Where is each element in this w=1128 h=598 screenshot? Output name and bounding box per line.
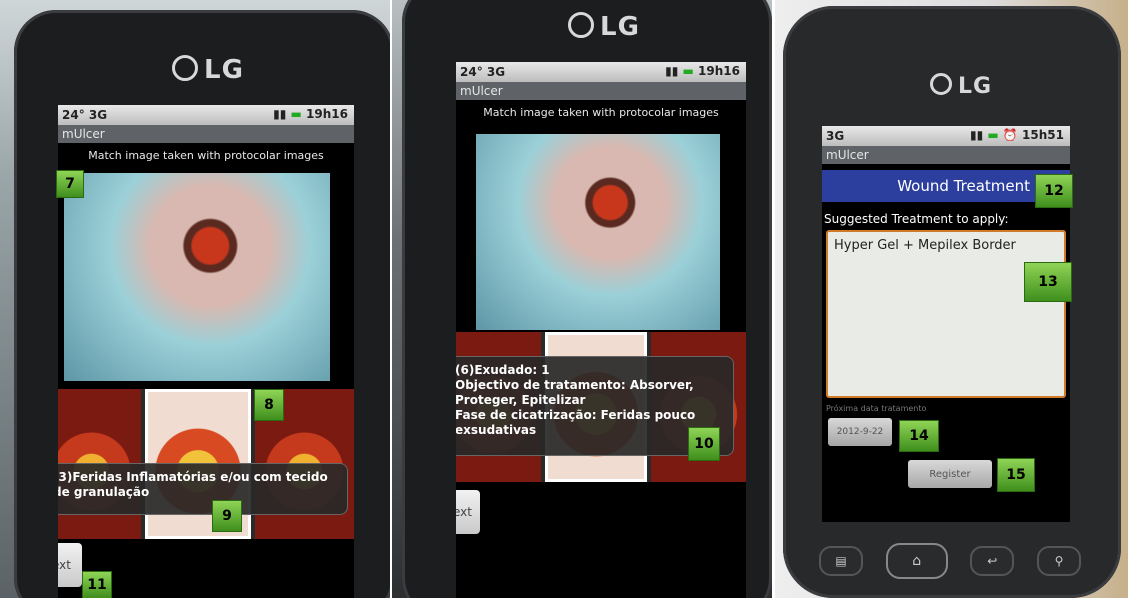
app-title: mUlcer [456,82,746,100]
screenshot-panel-3: LG 3G ▮▮ ▬ ⏰ 15h51 mUlcer Wound Treatmen… [775,0,1128,598]
header-title: Wound Treatment [897,177,1030,195]
treatment-textarea[interactable]: Hyper Gel + Mepilex Border [826,230,1066,398]
captured-wound-image [476,134,720,330]
signal-icon: ▮▮ [273,107,287,121]
annotation-badge-15: 15 [997,458,1035,492]
status-notifications: 24° 3G [62,108,108,122]
alarm-icon: ⏰ [1002,128,1018,142]
annotation-badge-11: 11 [82,571,112,598]
lg-logo: LG [568,11,640,42]
app-title: mUlcer [58,125,354,143]
lg-logo: LG [172,54,244,85]
toast-text: (3)Feridas Inflamatórias e/ou com tecido… [58,470,328,499]
classification-toast: (3)Feridas Inflamatórias e/ou com tecido… [58,463,348,515]
annotation-badge-9: 9 [212,500,242,532]
register-button[interactable]: Register [908,460,992,488]
toast-line: Proteger, Epitelizar [456,393,586,407]
annotation-badge-12: 12 [1035,174,1073,208]
home-key-icon[interactable]: ⌂ [885,543,948,579]
annotation-badge-8: 8 [254,389,284,421]
annotation-badge-7: 7 [56,170,84,198]
status-time: 15h51 [1022,128,1064,142]
status-notifications: 24° 3G [460,65,506,79]
screenshot-panel-1: LG 24° 3G ▮▮ ▬ 19h16 mUlcer Match image … [0,0,390,598]
status-bar: 24° 3G ▮▮ ▬ 19h16 [58,105,354,125]
status-right: ▮▮ ▬ 19h16 [273,107,348,121]
toast-line: exsudativas [456,423,537,437]
caption: Match image taken with protocolar images [88,149,324,162]
signal-icon: ▮▮ [969,128,984,142]
next-button[interactable]: Next [456,490,480,534]
battery-icon: ▬ [682,64,694,78]
battery-icon: ▬ [290,107,302,121]
signal-icon: ▮▮ [665,64,679,78]
status-notifications: 3G [826,129,845,143]
next-date-label: Próxima data tratamento [826,404,927,413]
toast-line: Fase de cicatrização: Feridas pouco [456,408,696,422]
status-bar: 3G ▮▮ ▬ ⏰ 15h51 [822,126,1070,146]
status-right: ▮▮ ▬ 19h16 [665,64,740,78]
hardware-nav-bar: ▤ ⌂ ↩ ⚲ [819,543,1081,579]
phone-screen: 24° 3G ▮▮ ▬ 19h16 mUlcer Match image tak… [456,62,746,598]
app-title: mUlcer [822,146,1070,164]
annotation-badge-10: 10 [688,427,720,461]
battery-icon: ▬ [987,128,999,142]
toast-line: (6)Exudado: 1 [456,363,550,377]
status-bar: 24° 3G ▮▮ ▬ 19h16 [456,62,746,82]
annotation-badge-13: 13 [1024,262,1072,302]
suggested-treatment-label: Suggested Treatment to apply: [824,212,1009,226]
search-key-icon[interactable]: ⚲ [1036,546,1081,576]
next-button[interactable]: Next [58,543,82,587]
phone-screen: 24° 3G ▮▮ ▬ 19h16 mUlcer Match image tak… [58,105,354,598]
captured-wound-image [64,173,330,381]
status-time: 19h16 [306,107,348,121]
menu-key-icon[interactable]: ▤ [819,546,863,576]
annotation-badge-14: 14 [899,420,939,452]
caption: Match image taken with protocolar images [483,106,719,119]
status-time: 19h16 [698,64,740,78]
back-key-icon[interactable]: ↩ [970,546,1015,576]
toast-line: Objectivo de tratamento: Absorver, [456,378,694,392]
status-right: ▮▮ ▬ ⏰ 15h51 [970,128,1064,142]
screenshot-panel-2: LG 24° 3G ▮▮ ▬ 19h16 mUlcer Match image … [392,0,772,598]
lg-logo: LG [930,73,992,99]
wound-treatment-header: Wound Treatment [822,170,1070,202]
date-picker-button[interactable]: 2012-9-22 [828,418,892,446]
